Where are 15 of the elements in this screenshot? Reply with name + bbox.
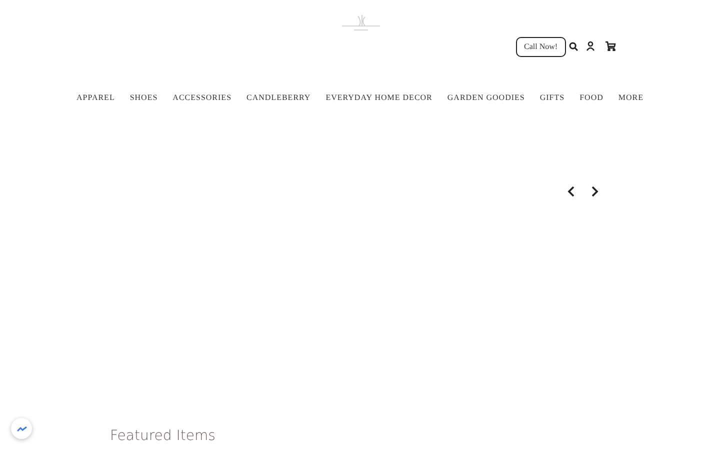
nav-link[interactable]: CANDLEBERRY: [246, 92, 311, 104]
cart-icon[interactable]: [605, 41, 616, 51]
messenger-button[interactable]: [11, 418, 32, 439]
nav-link[interactable]: APPAREL: [76, 92, 115, 104]
search-icon[interactable]: [569, 42, 578, 51]
nav-link[interactable]: ACCESSORIES: [172, 92, 232, 104]
nav-link[interactable]: GARDEN GOODIES: [447, 92, 525, 104]
nav-link[interactable]: GIFTS: [540, 92, 565, 104]
nav-link[interactable]: MORE: [618, 92, 644, 104]
nav-link[interactable]: FOOD: [580, 92, 604, 104]
section-title: Featured Items: [110, 427, 216, 446]
nav-link[interactable]: SHOES: [130, 92, 158, 104]
person-icon[interactable]: [586, 41, 595, 51]
nav-link[interactable]: EVERYDAY HOME DECOR: [326, 92, 432, 104]
call-now-button[interactable]: Call Now!: [516, 37, 566, 57]
